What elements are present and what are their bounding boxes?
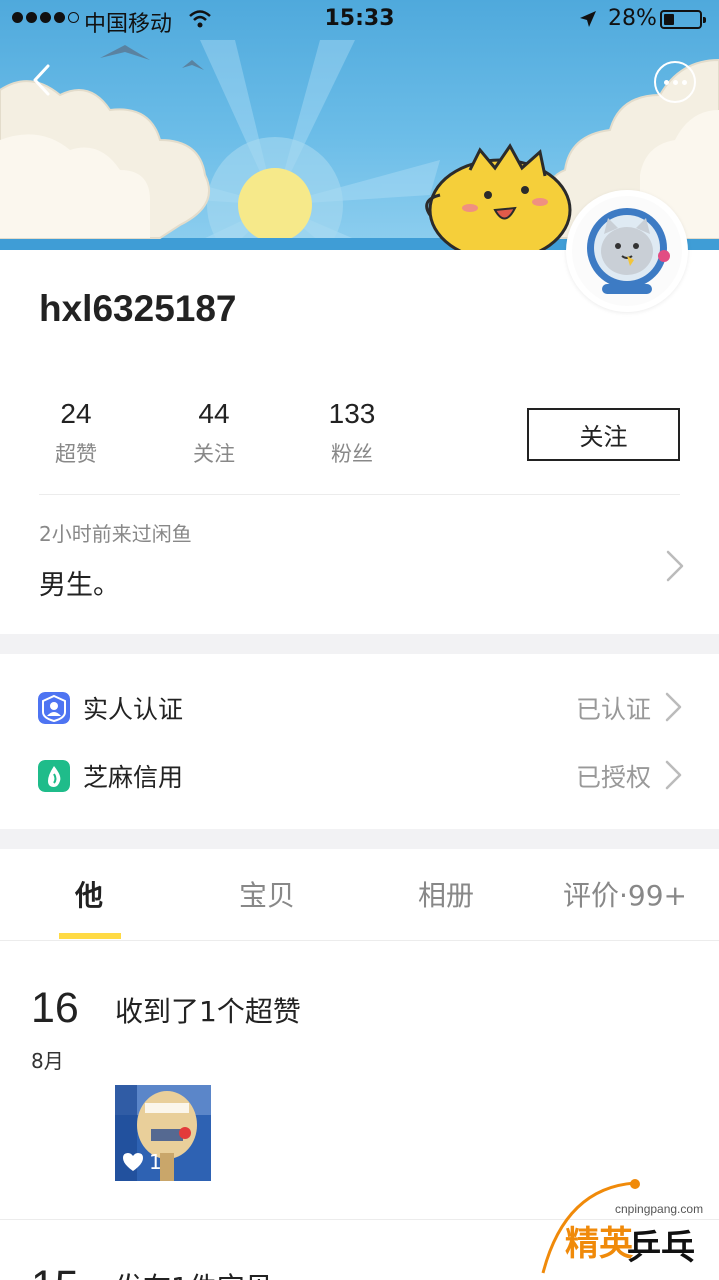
- stat-label: 超赞: [55, 442, 97, 466]
- chevron-left-icon: [33, 64, 50, 96]
- stat-label: 关注: [193, 442, 235, 466]
- chevron-right-icon: [665, 760, 682, 790]
- feed-day: 15: [31, 1262, 79, 1280]
- battery-icon: [660, 10, 706, 29]
- watermark-url: cnpingpang.com: [615, 1202, 704, 1216]
- like-count: 1: [122, 1150, 162, 1174]
- status-bar: 中国移动 15:33 28%: [0, 0, 719, 40]
- stat-value: 24: [60, 398, 92, 429]
- tab-items[interactable]: 宝贝: [239, 874, 295, 914]
- verification-status: 已授权: [575, 763, 651, 792]
- avatar[interactable]: [566, 190, 688, 312]
- follow-button[interactable]: 关注: [527, 408, 680, 461]
- stat-value: 44: [198, 398, 230, 429]
- verification-title: 实人认证: [83, 695, 184, 724]
- like-count-value: 1: [149, 1150, 162, 1174]
- heart-icon: [123, 1153, 143, 1171]
- more-dots-icon: [663, 79, 669, 85]
- feed-day: 16: [31, 984, 79, 1032]
- section-gap: [0, 829, 719, 849]
- verification-title: 芝麻信用: [83, 763, 184, 792]
- verification-row-identity[interactable]: 实人认证 已认证: [0, 678, 719, 738]
- back-button[interactable]: [24, 58, 64, 102]
- battery-percent: 28%: [608, 6, 657, 31]
- feed-title: 收到了1个超赞: [115, 995, 301, 1028]
- watermark-text-orange: 精英: [565, 1224, 633, 1264]
- chevron-right-icon[interactable]: [660, 548, 690, 584]
- bio-text[interactable]: 男生。: [39, 563, 120, 602]
- section-gap: [0, 634, 719, 654]
- tab-album[interactable]: 相册: [418, 874, 474, 914]
- feed-title: 发布1件宝贝: [115, 1266, 273, 1280]
- stat-value: 133: [328, 398, 376, 429]
- person-id-icon: [38, 692, 70, 724]
- feed-month: 8月: [31, 1049, 64, 1073]
- username: hxl6325187: [39, 288, 237, 329]
- sesame-drop-icon: [38, 760, 70, 792]
- battery-level: [664, 14, 674, 25]
- location-arrow-icon: [580, 11, 596, 27]
- chevron-right-icon: [665, 692, 682, 722]
- more-options-button[interactable]: [654, 61, 696, 103]
- divider: [0, 940, 719, 941]
- stat-following[interactable]: 44 关注: [169, 398, 259, 468]
- watermark-logo: cnpingpang.com 精英 乒乓网: [535, 1178, 719, 1280]
- verification-status: 已认证: [575, 695, 651, 724]
- tab-reviews[interactable]: 评价·99+: [563, 874, 687, 914]
- astronaut-cat-avatar: [572, 196, 682, 306]
- stat-label: 粉丝: [331, 442, 373, 466]
- verification-row-sesame[interactable]: 芝麻信用 已授权: [0, 746, 719, 806]
- watermark-text-black: 乒乓网: [627, 1228, 695, 1280]
- stat-followers[interactable]: 133 粉丝: [307, 398, 397, 468]
- profile-screen: 中国移动 15:33 28% hxl6325187 24 超赞 44 关注 13…: [0, 0, 719, 1280]
- feed-item-thumbnail[interactable]: 1: [115, 1085, 211, 1181]
- stat-likes[interactable]: 24 超赞: [31, 398, 121, 468]
- active-tab-indicator: [59, 933, 121, 939]
- tab-him[interactable]: 他: [75, 874, 103, 914]
- divider: [39, 494, 680, 495]
- last-visit-text: 2小时前来过闲鱼: [39, 522, 192, 546]
